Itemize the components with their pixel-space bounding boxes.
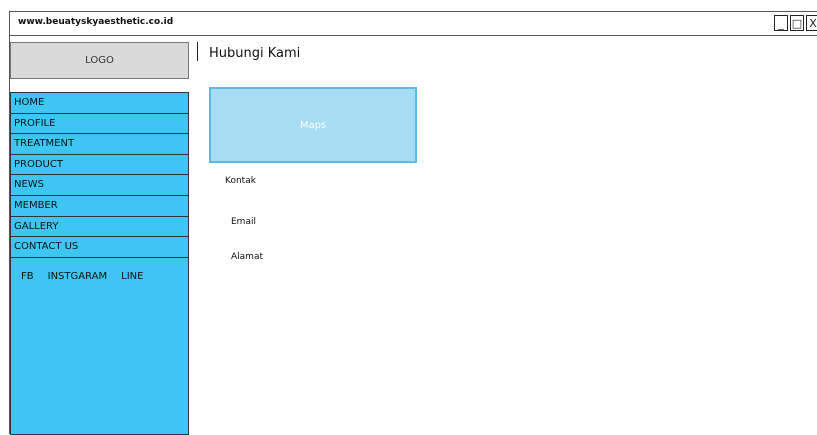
nav-item-news[interactable]: NEWS [11,175,188,196]
email-label: Email [231,217,256,227]
maps-placeholder[interactable]: Maps [209,87,417,163]
nav-item-home[interactable]: HOME [11,93,188,114]
browser-window: www.beuatyskyaesthetic.co.id _ □ X LOGO … [9,11,817,435]
nav-item-profile[interactable]: PROFILE [11,114,188,135]
minimize-button[interactable]: _ [774,15,788,31]
social-link-line[interactable]: LINE [121,271,143,282]
nav-item-gallery[interactable]: GALLERY [11,217,188,238]
social-link-instagram[interactable]: INSTGARAM [48,271,108,282]
contact-label: Kontak [225,176,256,186]
nav-item-member[interactable]: MEMBER [11,196,188,217]
maximize-button[interactable]: □ [790,15,804,31]
window-controls: _ □ X [774,15,817,31]
social-links: FB INSTGARAM LINE [21,271,143,282]
nav-item-product[interactable]: PRODUCT [11,155,188,176]
address-label: Alamat [231,252,263,262]
close-button[interactable]: X [806,15,817,31]
social-link-fb[interactable]: FB [21,271,34,282]
nav-item-contact-us[interactable]: CONTACT US [11,237,188,258]
url-text: www.beuatyskyaesthetic.co.id [18,17,174,27]
page-title: Hubungi Kami [209,46,301,61]
sidebar: HOME PROFILE TREATMENT PRODUCT NEWS MEMB… [10,92,189,435]
nav-item-treatment[interactable]: TREATMENT [11,134,188,155]
title-divider [197,42,198,61]
logo[interactable]: LOGO [10,42,189,79]
title-bar: www.beuatyskyaesthetic.co.id _ □ X [10,12,817,36]
